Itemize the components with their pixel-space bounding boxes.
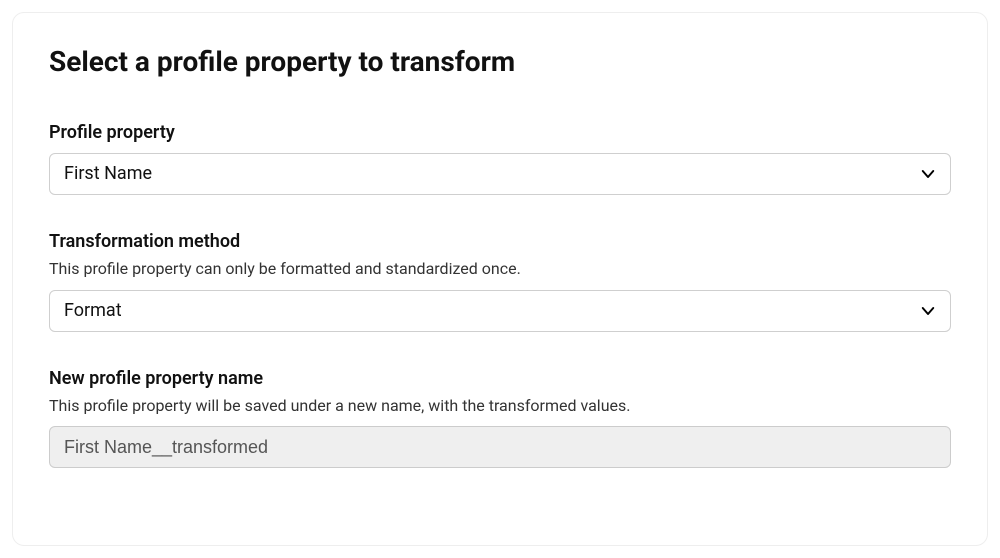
- profile-property-select[interactable]: First Name: [49, 153, 951, 195]
- transformation-method-value: Format: [49, 290, 951, 332]
- new-property-name-label: New profile property name: [49, 368, 951, 389]
- transformation-method-help: This profile property can only be format…: [49, 258, 951, 280]
- profile-property-group: Profile property First Name: [49, 122, 951, 195]
- profile-property-value: First Name: [49, 153, 951, 195]
- transformation-method-label: Transformation method: [49, 231, 951, 252]
- transformation-method-group: Transformation method This profile prope…: [49, 231, 951, 332]
- new-property-name-group: New profile property name This profile p…: [49, 368, 951, 469]
- transformation-method-select[interactable]: Format: [49, 290, 951, 332]
- profile-property-label: Profile property: [49, 122, 951, 143]
- new-property-name-input[interactable]: [49, 426, 951, 468]
- transform-property-card: Select a profile property to transform P…: [12, 12, 988, 546]
- page-title: Select a profile property to transform: [49, 45, 951, 78]
- new-property-name-help: This profile property will be saved unde…: [49, 395, 951, 417]
